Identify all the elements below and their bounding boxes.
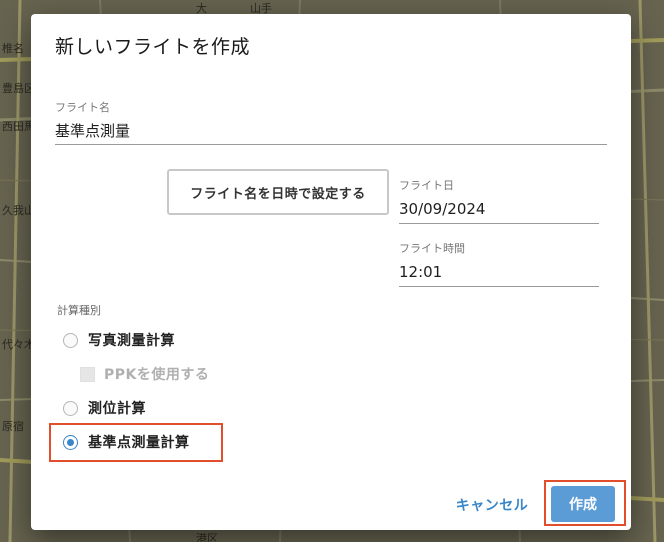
flight-name-input[interactable]: 基準点測量 xyxy=(55,120,130,141)
flight-name-underline xyxy=(55,144,607,145)
selected-option-highlight xyxy=(49,423,223,462)
cancel-button[interactable]: キャンセル xyxy=(449,492,535,518)
flight-date-underline xyxy=(399,223,599,224)
map-label: 原宿 xyxy=(2,420,24,433)
radio-photogrammetry[interactable]: 写真測量計算 xyxy=(63,330,175,350)
flight-time-input[interactable]: 12:01 xyxy=(399,263,442,281)
map-label: 港区 xyxy=(196,532,218,542)
radio-positioning[interactable]: 測位計算 xyxy=(63,398,146,418)
flight-date-input[interactable]: 30/09/2024 xyxy=(399,200,485,218)
radio-button[interactable] xyxy=(63,332,78,348)
flight-date-label: フライト日 xyxy=(399,179,454,192)
dialog-title: 新しいフライトを作成 xyxy=(55,36,251,58)
calculation-type-label: 計算種別 xyxy=(57,304,101,317)
flight-time-label: フライト時間 xyxy=(399,242,465,255)
flight-name-label: フライト名 xyxy=(55,101,110,114)
flight-time-underline xyxy=(399,286,599,287)
ppk-checkbox-label: PPKを使用する xyxy=(104,367,210,383)
create-button-highlight xyxy=(544,480,626,526)
ppk-checkbox-row: PPKを使用する xyxy=(80,364,209,384)
ppk-checkbox xyxy=(80,366,95,382)
set-name-by-datetime-button[interactable]: フライト名を日時で設定する xyxy=(167,169,389,215)
radio-label: 測位計算 xyxy=(88,401,146,417)
radio-button[interactable] xyxy=(63,400,78,416)
map-label: 椎名 xyxy=(2,42,24,55)
radio-label: 写真測量計算 xyxy=(88,333,175,349)
create-flight-dialog: 新しいフライトを作成 フライト名 基準点測量 フライト名を日時で設定する フライ… xyxy=(31,14,631,530)
